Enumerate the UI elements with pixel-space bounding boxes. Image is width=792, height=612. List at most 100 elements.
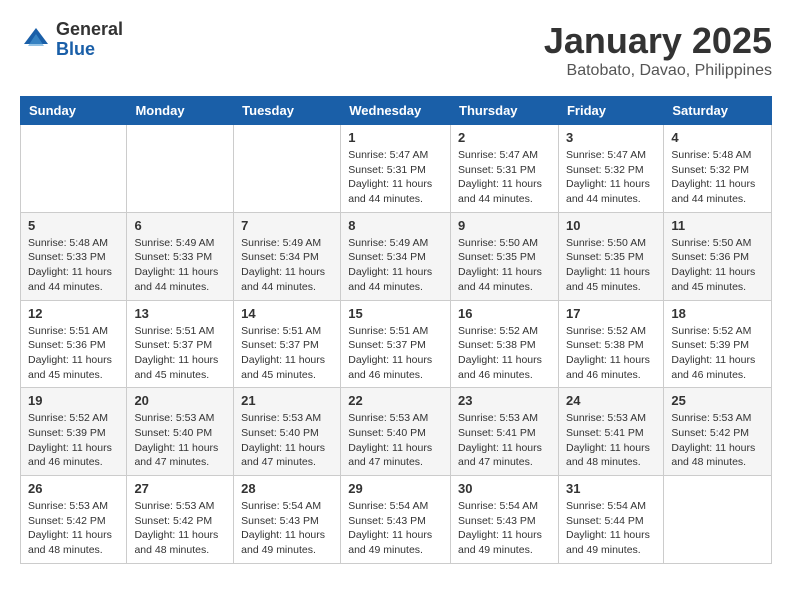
calendar-cell: 4 Sunrise: 5:48 AM Sunset: 5:32 PM Daylig… bbox=[664, 125, 772, 213]
weekday-header: Wednesday bbox=[341, 97, 451, 125]
day-info: Sunrise: 5:52 AM Sunset: 5:39 PM Dayligh… bbox=[28, 411, 119, 470]
day-info: Sunrise: 5:52 AM Sunset: 5:38 PM Dayligh… bbox=[566, 324, 656, 383]
page-header: General Blue January 2025 Batobato, Dava… bbox=[20, 20, 772, 80]
day-number: 2 bbox=[458, 130, 551, 145]
logo-general: General bbox=[56, 20, 123, 40]
day-number: 14 bbox=[241, 306, 333, 321]
calendar-cell: 1Sunrise: 5:47 AM Sunset: 5:31 PM Daylig… bbox=[341, 125, 451, 213]
day-info: Sunrise: 5:52 AM Sunset: 5:38 PM Dayligh… bbox=[458, 324, 551, 383]
calendar-cell: 17 Sunrise: 5:52 AM Sunset: 5:38 PM Dayli… bbox=[558, 300, 663, 388]
day-number: 28 bbox=[241, 481, 333, 496]
logo: General Blue bbox=[20, 20, 123, 60]
day-info: Sunrise: 5:49 AM Sunset: 5:33 PM Dayligh… bbox=[134, 236, 226, 295]
day-number: 25 bbox=[671, 393, 764, 408]
calendar-table: SundayMondayTuesdayWednesdayThursdayFrid… bbox=[20, 96, 772, 564]
weekday-header: Thursday bbox=[451, 97, 559, 125]
month-title: January 2025 bbox=[544, 20, 772, 62]
weekday-header: Sunday bbox=[21, 97, 127, 125]
weekday-row: SundayMondayTuesdayWednesdayThursdayFrid… bbox=[21, 97, 772, 125]
calendar-cell: 3Sunrise: 5:47 AM Sunset: 5:32 PM Daylig… bbox=[558, 125, 663, 213]
calendar-cell: 22 Sunrise: 5:53 AM Sunset: 5:40 PM Dayli… bbox=[341, 388, 451, 476]
day-number: 26 bbox=[28, 481, 119, 496]
day-number: 22 bbox=[348, 393, 443, 408]
day-number: 5 bbox=[28, 218, 119, 233]
day-info: Sunrise: 5:50 AM Sunset: 5:36 PM Dayligh… bbox=[671, 236, 764, 295]
day-number: 13 bbox=[134, 306, 226, 321]
day-number: 24 bbox=[566, 393, 656, 408]
day-info: Sunrise: 5:48 AM Sunset: 5:33 PM Dayligh… bbox=[28, 236, 119, 295]
day-info: Sunrise: 5:54 AM Sunset: 5:43 PM Dayligh… bbox=[348, 499, 443, 558]
calendar-cell: 2Sunrise: 5:47 AM Sunset: 5:31 PM Daylig… bbox=[451, 125, 559, 213]
weekday-header: Monday bbox=[127, 97, 234, 125]
day-info: Sunrise: 5:54 AM Sunset: 5:43 PM Dayligh… bbox=[241, 499, 333, 558]
day-number: 10 bbox=[566, 218, 656, 233]
day-number: 9 bbox=[458, 218, 551, 233]
day-info: Sunrise: 5:51 AM Sunset: 5:37 PM Dayligh… bbox=[134, 324, 226, 383]
calendar-week-row: 1Sunrise: 5:47 AM Sunset: 5:31 PM Daylig… bbox=[21, 125, 772, 213]
calendar-week-row: 26 Sunrise: 5:53 AM Sunset: 5:42 PM Dayli… bbox=[21, 476, 772, 564]
calendar-cell: 10 Sunrise: 5:50 AM Sunset: 5:35 PM Dayli… bbox=[558, 212, 663, 300]
calendar-cell: 20 Sunrise: 5:53 AM Sunset: 5:40 PM Dayli… bbox=[127, 388, 234, 476]
day-number: 6 bbox=[134, 218, 226, 233]
calendar-cell: 16Sunrise: 5:52 AM Sunset: 5:38 PM Dayli… bbox=[451, 300, 559, 388]
logo-text: General Blue bbox=[56, 20, 123, 60]
calendar-cell: 8Sunrise: 5:49 AM Sunset: 5:34 PM Daylig… bbox=[341, 212, 451, 300]
calendar-cell: 28 Sunrise: 5:54 AM Sunset: 5:43 PM Dayli… bbox=[234, 476, 341, 564]
day-info: Sunrise: 5:54 AM Sunset: 5:44 PM Dayligh… bbox=[566, 499, 656, 558]
day-info: Sunrise: 5:50 AM Sunset: 5:35 PM Dayligh… bbox=[566, 236, 656, 295]
day-info: Sunrise: 5:53 AM Sunset: 5:40 PM Dayligh… bbox=[348, 411, 443, 470]
calendar-cell: 31Sunrise: 5:54 AM Sunset: 5:44 PM Dayli… bbox=[558, 476, 663, 564]
calendar-cell: 14 Sunrise: 5:51 AM Sunset: 5:37 PM Dayli… bbox=[234, 300, 341, 388]
day-number: 19 bbox=[28, 393, 119, 408]
calendar-cell: 26 Sunrise: 5:53 AM Sunset: 5:42 PM Dayli… bbox=[21, 476, 127, 564]
calendar-cell: 6 Sunrise: 5:49 AM Sunset: 5:33 PM Daylig… bbox=[127, 212, 234, 300]
calendar-header: SundayMondayTuesdayWednesdayThursdayFrid… bbox=[21, 97, 772, 125]
day-number: 21 bbox=[241, 393, 333, 408]
day-number: 11 bbox=[671, 218, 764, 233]
day-number: 12 bbox=[28, 306, 119, 321]
day-number: 29 bbox=[348, 481, 443, 496]
day-number: 30 bbox=[458, 481, 551, 496]
day-info: Sunrise: 5:53 AM Sunset: 5:41 PM Dayligh… bbox=[458, 411, 551, 470]
day-number: 27 bbox=[134, 481, 226, 496]
day-number: 23 bbox=[458, 393, 551, 408]
calendar-cell bbox=[664, 476, 772, 564]
day-number: 17 bbox=[566, 306, 656, 321]
weekday-header: Tuesday bbox=[234, 97, 341, 125]
calendar-cell: 15 Sunrise: 5:51 AM Sunset: 5:37 PM Dayli… bbox=[341, 300, 451, 388]
calendar-cell: 19 Sunrise: 5:52 AM Sunset: 5:39 PM Dayli… bbox=[21, 388, 127, 476]
day-info: Sunrise: 5:51 AM Sunset: 5:37 PM Dayligh… bbox=[241, 324, 333, 383]
calendar-body: 1Sunrise: 5:47 AM Sunset: 5:31 PM Daylig… bbox=[21, 125, 772, 564]
logo-blue: Blue bbox=[56, 40, 123, 60]
day-number: 7 bbox=[241, 218, 333, 233]
calendar-cell: 13 Sunrise: 5:51 AM Sunset: 5:37 PM Dayli… bbox=[127, 300, 234, 388]
calendar-cell: 5 Sunrise: 5:48 AM Sunset: 5:33 PM Daylig… bbox=[21, 212, 127, 300]
calendar-cell: 11 Sunrise: 5:50 AM Sunset: 5:36 PM Dayli… bbox=[664, 212, 772, 300]
calendar-week-row: 19 Sunrise: 5:52 AM Sunset: 5:39 PM Dayli… bbox=[21, 388, 772, 476]
day-info: Sunrise: 5:53 AM Sunset: 5:42 PM Dayligh… bbox=[28, 499, 119, 558]
day-info: Sunrise: 5:53 AM Sunset: 5:40 PM Dayligh… bbox=[241, 411, 333, 470]
calendar-cell: 18 Sunrise: 5:52 AM Sunset: 5:39 PM Dayli… bbox=[664, 300, 772, 388]
calendar-week-row: 12Sunrise: 5:51 AM Sunset: 5:36 PM Dayli… bbox=[21, 300, 772, 388]
location: Batobato, Davao, Philippines bbox=[544, 62, 772, 80]
day-info: Sunrise: 5:49 AM Sunset: 5:34 PM Dayligh… bbox=[241, 236, 333, 295]
day-info: Sunrise: 5:53 AM Sunset: 5:42 PM Dayligh… bbox=[671, 411, 764, 470]
day-number: 8 bbox=[348, 218, 443, 233]
calendar-cell bbox=[21, 125, 127, 213]
calendar-cell: 29 Sunrise: 5:54 AM Sunset: 5:43 PM Dayli… bbox=[341, 476, 451, 564]
day-info: Sunrise: 5:53 AM Sunset: 5:40 PM Dayligh… bbox=[134, 411, 226, 470]
title-section: January 2025 Batobato, Davao, Philippine… bbox=[544, 20, 772, 80]
day-number: 3 bbox=[566, 130, 656, 145]
day-info: Sunrise: 5:50 AM Sunset: 5:35 PM Dayligh… bbox=[458, 236, 551, 295]
day-number: 18 bbox=[671, 306, 764, 321]
day-info: Sunrise: 5:52 AM Sunset: 5:39 PM Dayligh… bbox=[671, 324, 764, 383]
day-number: 4 bbox=[671, 130, 764, 145]
day-number: 1 bbox=[348, 130, 443, 145]
calendar-cell: 12Sunrise: 5:51 AM Sunset: 5:36 PM Dayli… bbox=[21, 300, 127, 388]
day-info: Sunrise: 5:51 AM Sunset: 5:37 PM Dayligh… bbox=[348, 324, 443, 383]
calendar-cell bbox=[127, 125, 234, 213]
day-info: Sunrise: 5:48 AM Sunset: 5:32 PM Dayligh… bbox=[671, 148, 764, 207]
calendar-cell bbox=[234, 125, 341, 213]
day-number: 20 bbox=[134, 393, 226, 408]
day-number: 15 bbox=[348, 306, 443, 321]
